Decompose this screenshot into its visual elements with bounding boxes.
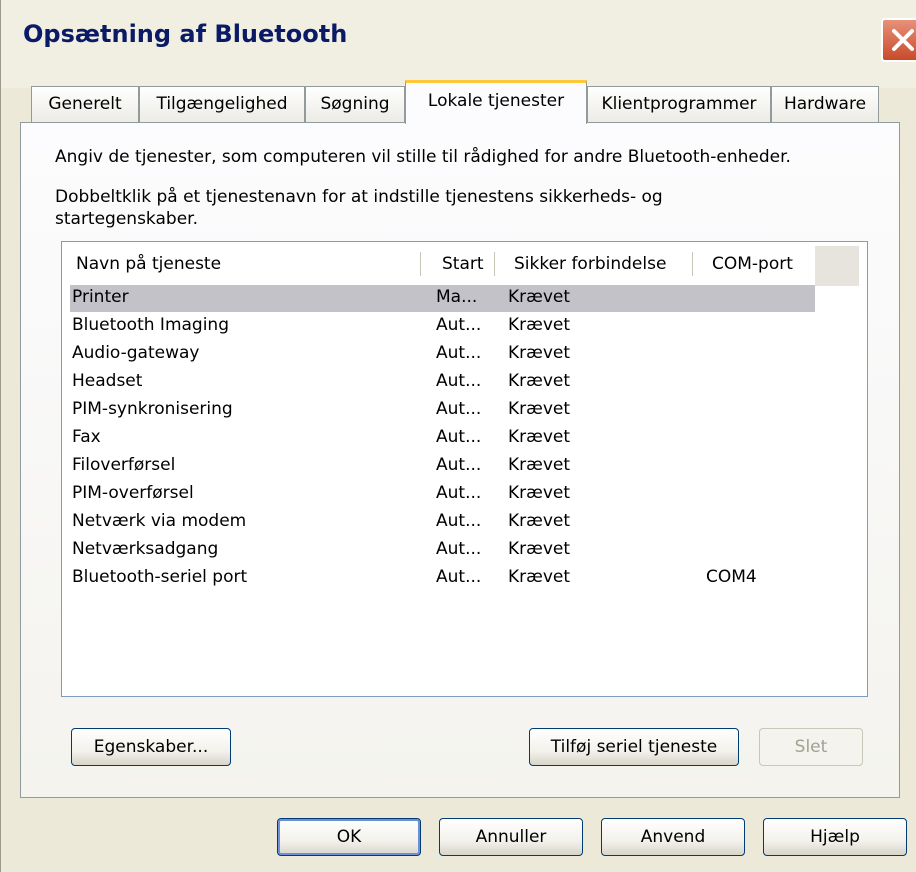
tab-soegning[interactable]: Søgning: [305, 86, 405, 122]
service-name: PIM-overførsel: [72, 483, 194, 503]
tab-klientprogrammer[interactable]: Klientprogrammer: [587, 86, 771, 122]
apply-button[interactable]: Anvend: [601, 818, 745, 856]
table-row[interactable]: Netværk via modem Aut... Krævet: [70, 509, 815, 536]
table-row-printer[interactable]: Printer Ma... Krævet: [70, 285, 815, 312]
table-row[interactable]: Fax Aut... Krævet: [70, 425, 815, 452]
service-name: Audio-gateway: [72, 343, 200, 363]
table-row[interactable]: Headset Aut... Krævet: [70, 369, 815, 396]
service-name: Bluetooth Imaging: [72, 315, 230, 335]
service-name: Netværk via modem: [72, 511, 247, 531]
services-list[interactable]: Navn på tjeneste Start Sikker forbindels…: [61, 241, 868, 697]
instruction-text-line2: startegenskaber.: [55, 209, 198, 229]
column-header-name[interactable]: Navn på tjeneste: [76, 242, 221, 282]
close-button[interactable]: [881, 18, 916, 62]
table-row[interactable]: Netværksadgang Aut... Krævet: [70, 537, 815, 564]
tab-tilgaengelighed[interactable]: Tilgængelighed: [139, 86, 305, 122]
cancel-button[interactable]: Annuller: [439, 818, 583, 856]
service-secure: Krævet: [508, 427, 571, 447]
service-start: Aut...: [436, 539, 482, 559]
add-serial-service-button[interactable]: Tilføj seriel tjeneste: [529, 728, 739, 766]
service-secure: Krævet: [508, 371, 571, 391]
table-row[interactable]: Bluetooth-seriel port Aut... Krævet COM4: [70, 565, 815, 592]
table-row[interactable]: PIM-synkronisering Aut... Krævet: [70, 397, 815, 424]
service-secure: Krævet: [508, 315, 571, 335]
service-start: Aut...: [436, 315, 482, 335]
column-divider[interactable]: [420, 252, 421, 276]
service-start: Aut...: [436, 511, 482, 531]
service-name: Bluetooth-seriel port: [72, 567, 248, 587]
service-start: Aut...: [436, 567, 482, 587]
column-header-secure[interactable]: Sikker forbindelse: [514, 242, 666, 282]
tab-generelt[interactable]: Generelt: [31, 86, 139, 122]
description-text: Angiv de tjenester, som computeren vil s…: [55, 147, 791, 167]
service-start: Aut...: [436, 455, 482, 475]
service-start: Aut...: [436, 427, 482, 447]
service-name: PIM-synkronisering: [72, 399, 233, 419]
bluetooth-settings-window: Opsætning af Bluetooth Generelt Tilgænge…: [0, 0, 916, 872]
service-secure: Krævet: [508, 539, 571, 559]
instruction-text-line1: Dobbeltklik på et tjenestenavn for at in…: [55, 187, 663, 207]
service-start: Ma...: [436, 287, 478, 307]
service-name: Headset: [72, 371, 143, 391]
window-title: Opsætning af Bluetooth: [23, 20, 348, 48]
service-com: COM4: [706, 567, 757, 587]
table-row[interactable]: PIM-overførsel Aut... Krævet: [70, 481, 815, 508]
service-secure: Krævet: [508, 399, 571, 419]
ok-button[interactable]: OK: [277, 818, 421, 856]
help-button[interactable]: Hjælp: [763, 818, 907, 856]
service-secure: Krævet: [508, 343, 571, 363]
service-secure: Krævet: [508, 511, 571, 531]
table-row[interactable]: Bluetooth Imaging Aut... Krævet: [70, 313, 815, 340]
column-divider[interactable]: [494, 252, 495, 276]
service-secure: Krævet: [508, 567, 571, 587]
service-start: Aut...: [436, 371, 482, 391]
service-name: Netværksadgang: [72, 539, 219, 559]
column-header-start[interactable]: Start: [442, 242, 484, 282]
delete-button[interactable]: Slet: [759, 728, 863, 766]
service-secure: Krævet: [508, 287, 571, 307]
table-row[interactable]: Filoverførsel Aut... Krævet: [70, 453, 815, 480]
header-filler: [814, 246, 859, 286]
properties-button[interactable]: Egenskaber...: [71, 728, 231, 766]
service-start: Aut...: [436, 343, 482, 363]
tab-lokale-tjenester[interactable]: Lokale tjenester: [405, 80, 587, 124]
service-name: Filoverførsel: [72, 455, 176, 475]
service-secure: Krævet: [508, 483, 571, 503]
service-start: Aut...: [436, 483, 482, 503]
close-icon: [892, 29, 914, 51]
table-row[interactable]: Audio-gateway Aut... Krævet: [70, 341, 815, 368]
tab-hardware[interactable]: Hardware: [771, 86, 879, 122]
column-divider[interactable]: [692, 252, 693, 276]
service-name: Printer: [72, 287, 129, 307]
column-header-com-port[interactable]: COM-port: [712, 242, 793, 282]
title-bar[interactable]: Opsætning af Bluetooth: [1, 0, 916, 88]
service-start: Aut...: [436, 399, 482, 419]
service-name: Fax: [72, 427, 101, 447]
service-secure: Krævet: [508, 455, 571, 475]
